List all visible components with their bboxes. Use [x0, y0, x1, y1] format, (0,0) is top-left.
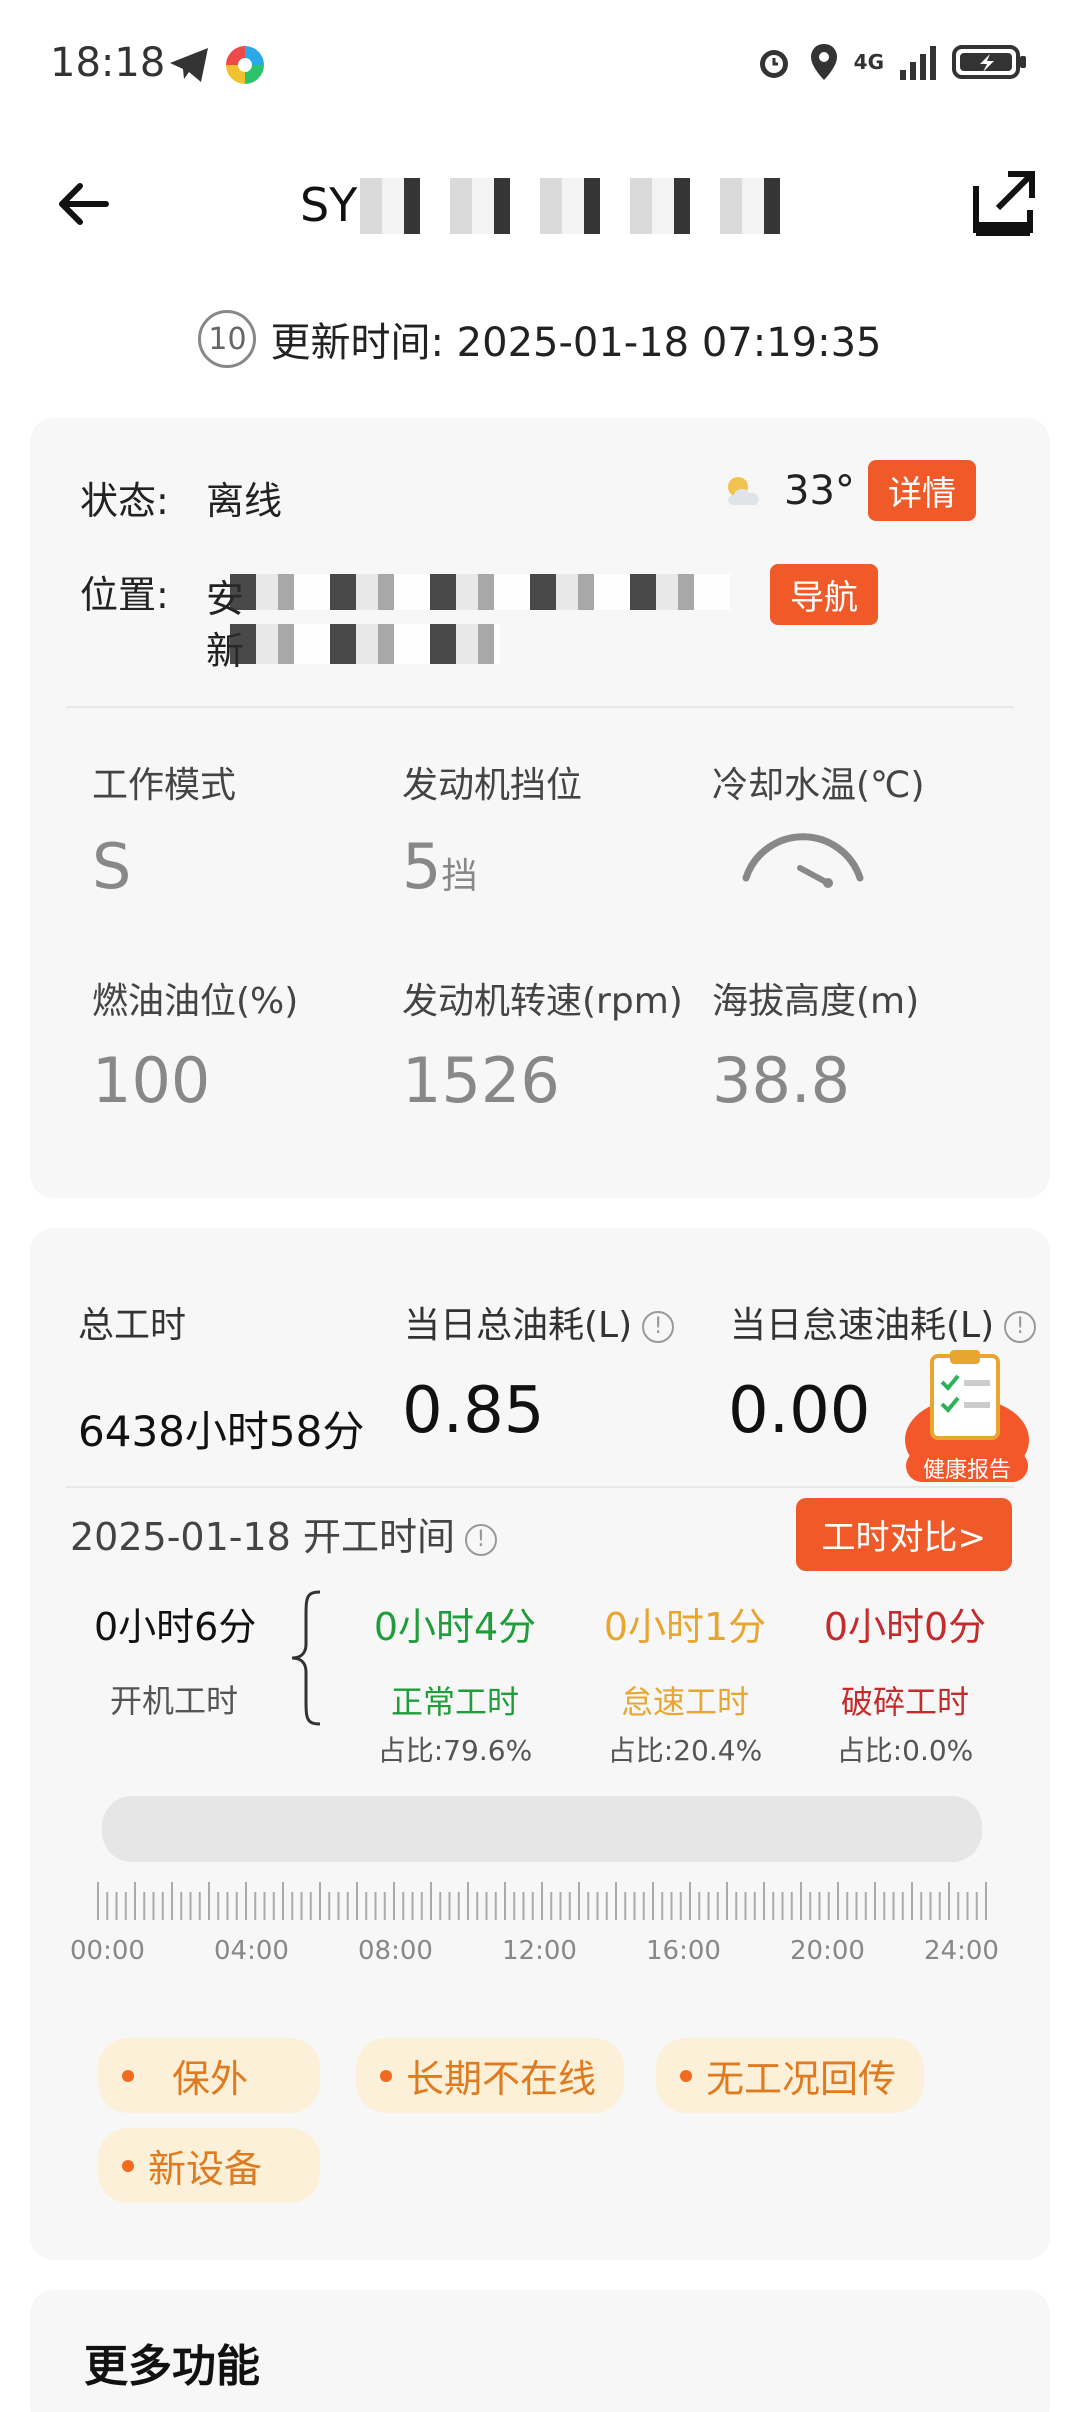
metric-value-engine-gear: 5挡 [402, 830, 478, 903]
metric-value-altitude: 38.8 [712, 1044, 851, 1117]
tag-no-data-report: 无工况回传 [656, 2038, 925, 2113]
idle-hours-label: 怠速工时 [620, 1683, 749, 1721]
break-hours-label: 破碎工时 [840, 1683, 969, 1721]
timeline-ticks [97, 1882, 987, 1920]
update-time-row: 10 更新时间: 2025-01-18 07:19:35 [0, 310, 1080, 368]
partly-cloudy-icon [728, 477, 759, 505]
location-label: 位置: [80, 573, 169, 617]
pinwheel-app-icon [226, 46, 264, 84]
idle-hours-ratio: 占比:20.4% [607, 1734, 763, 1767]
network-type: 4G [853, 50, 884, 74]
divider [66, 1486, 1014, 1488]
redaction-mask [360, 178, 780, 234]
tag-dot [680, 2069, 692, 2082]
divider [66, 706, 1014, 708]
weather: 33° [720, 468, 855, 514]
total-hours-value: 6438小时58分 [78, 1407, 365, 1456]
tag-warranty-expired: 保外 [98, 2038, 320, 2113]
info-icon[interactable]: ! [1004, 1311, 1037, 1343]
normal-hours-value: 0小时4分 [373, 1605, 537, 1649]
tag-dot [380, 2069, 392, 2082]
back-arrow-icon[interactable] [52, 172, 116, 236]
health-report-label: 健康报告 [922, 1458, 1011, 1483]
idle-hours-column: 0小时1分 怠速工时 占比:20.4% [560, 1596, 810, 1769]
timeline-label: 24:00 [924, 1936, 999, 1966]
brace [291, 1590, 321, 1726]
status-right-icons: 4G [754, 42, 1028, 82]
status-bar: 18:18 4G [0, 0, 1080, 136]
break-hours-value: 0小时0分 [823, 1605, 987, 1649]
break-hours-ratio: 占比:0.0% [836, 1734, 974, 1767]
tag-long-offline: 长期不在线 [356, 2038, 625, 2113]
break-hours-column: 0小时0分 破碎工时 占比:0.0% [780, 1596, 1030, 1769]
more-functions-title: 更多功能 [84, 2341, 260, 2392]
metric-label-coolant-temp: 冷却水温(℃) [712, 765, 925, 806]
idle-fuel-value: 0.00 [728, 1374, 871, 1448]
coolant-gauge-icon [742, 833, 864, 888]
battery-charging-icon [952, 45, 1026, 79]
metric-value-work-mode: S [92, 830, 132, 903]
idle-fuel-label: 当日怠速油耗(L)! [730, 1296, 1037, 1348]
status-app-icons [168, 44, 266, 86]
location-icon [810, 44, 837, 80]
work-date: 2025-01-18 开工时间! [70, 1506, 497, 1561]
metric-label-engine-rpm: 发动机转速(rpm) [402, 981, 683, 1022]
telegram-icon [170, 48, 208, 82]
alarm-icon [759, 50, 788, 78]
update-time-text: 更新时间: 2025-01-18 07:19:35 [270, 320, 882, 366]
power-on-hours-label: 开机工时 [110, 1682, 239, 1720]
work-timeline-bar[interactable] [102, 1796, 982, 1862]
power-on-hours-value: 0小时6分 [94, 1605, 257, 1649]
status-label: 状态: [80, 479, 169, 523]
metric-label-work-mode: 工作模式 [92, 765, 237, 806]
weather-temp: 33° [784, 468, 855, 514]
info-icon[interactable]: ! [464, 1523, 497, 1556]
status-time: 18:18 [50, 40, 166, 86]
idle-hours-value: 0小时1分 [603, 1605, 767, 1649]
timeline-label: 20:00 [790, 1936, 865, 1966]
address-redaction-mask [230, 624, 500, 664]
status-card: 状态: 离线 33° 详情 位置: 安 新 导航 工作模式 发动机挡位 冷却水温… [30, 418, 1050, 1198]
refresh-countdown-icon[interactable]: 10 [198, 310, 257, 368]
metric-value-engine-rpm: 1526 [402, 1044, 560, 1117]
timeline-label: 08:00 [358, 1936, 433, 1966]
health-report-button[interactable]: 健康报告 [892, 1346, 1042, 1486]
header: SY [0, 136, 1080, 266]
address-redaction-mask [230, 574, 730, 610]
timeline-label: 16:00 [646, 1936, 721, 1966]
work-hours-card: 总工时 当日总油耗(L)! 当日怠速油耗(L)! 6438小时58分 0.85 … [30, 1228, 1050, 2260]
normal-hours-ratio: 占比:79.6% [377, 1734, 533, 1767]
daily-fuel-value: 0.85 [402, 1374, 545, 1448]
tag-dot [122, 2069, 134, 2082]
total-hours-label: 总工时 [78, 1305, 187, 1346]
details-button[interactable]: 详情 [868, 460, 976, 521]
metric-label-altitude: 海拔高度(m) [712, 981, 920, 1022]
tag-dot [122, 2159, 134, 2172]
hours-compare-button[interactable]: 工时对比> [795, 1498, 1012, 1571]
timeline-label: 00:00 [70, 1936, 145, 1966]
info-icon[interactable]: ! [642, 1311, 675, 1343]
signal-icon [900, 46, 936, 80]
metric-label-fuel-level: 燃油油位(%) [92, 981, 299, 1022]
more-functions-card: 更多功能 [30, 2290, 1050, 2412]
navigate-button[interactable]: 导航 [770, 564, 878, 625]
metric-label-engine-gear: 发动机挡位 [402, 765, 583, 806]
normal-hours-column: 0小时4分 正常工时 占比:79.6% [330, 1596, 580, 1769]
timeline-labels: 00:00 04:00 08:00 12:00 16:00 20:00 24:0… [70, 1936, 1010, 1966]
status-value: 离线 [206, 479, 283, 523]
page-title: SY [300, 178, 780, 234]
daily-fuel-label: 当日总油耗(L)! [404, 1296, 675, 1348]
timeline-label: 04:00 [214, 1936, 289, 1966]
metric-value-fuel-level: 100 [92, 1044, 211, 1117]
normal-hours-label: 正常工时 [390, 1683, 519, 1721]
share-icon[interactable] [968, 164, 1038, 238]
timeline-label: 12:00 [502, 1936, 577, 1966]
tag-new-device: 新设备 [98, 2128, 320, 2203]
